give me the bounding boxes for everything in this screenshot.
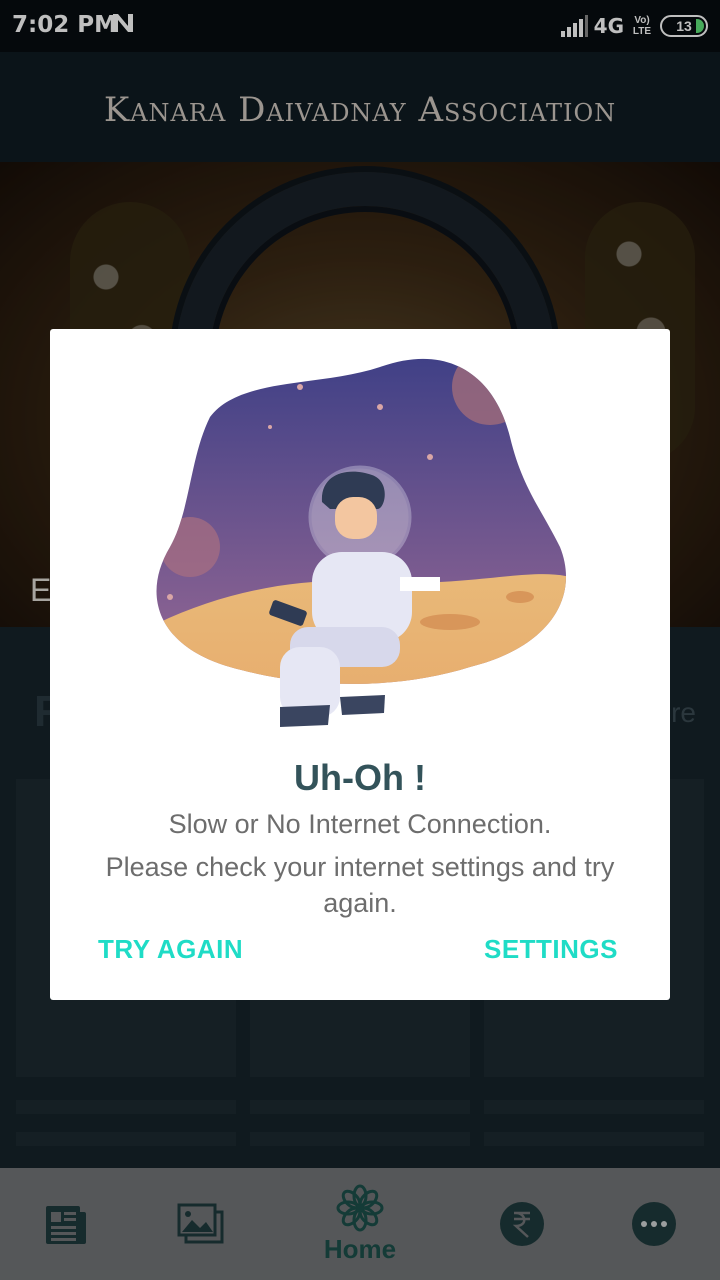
dialog-instructions: Please check your internet settings and … <box>105 852 615 918</box>
no-internet-dialog: Uh-Oh ! Slow or No Internet Connection. … <box>50 329 670 1000</box>
astronaut-illustration <box>156 358 566 727</box>
dialog-message: Slow or No Internet Connection. <box>168 809 552 839</box>
settings-button[interactable]: SETTINGS <box>484 934 618 965</box>
dialog-title: Uh-Oh ! <box>294 757 426 798</box>
try-again-button[interactable]: TRY AGAIN <box>98 934 243 965</box>
